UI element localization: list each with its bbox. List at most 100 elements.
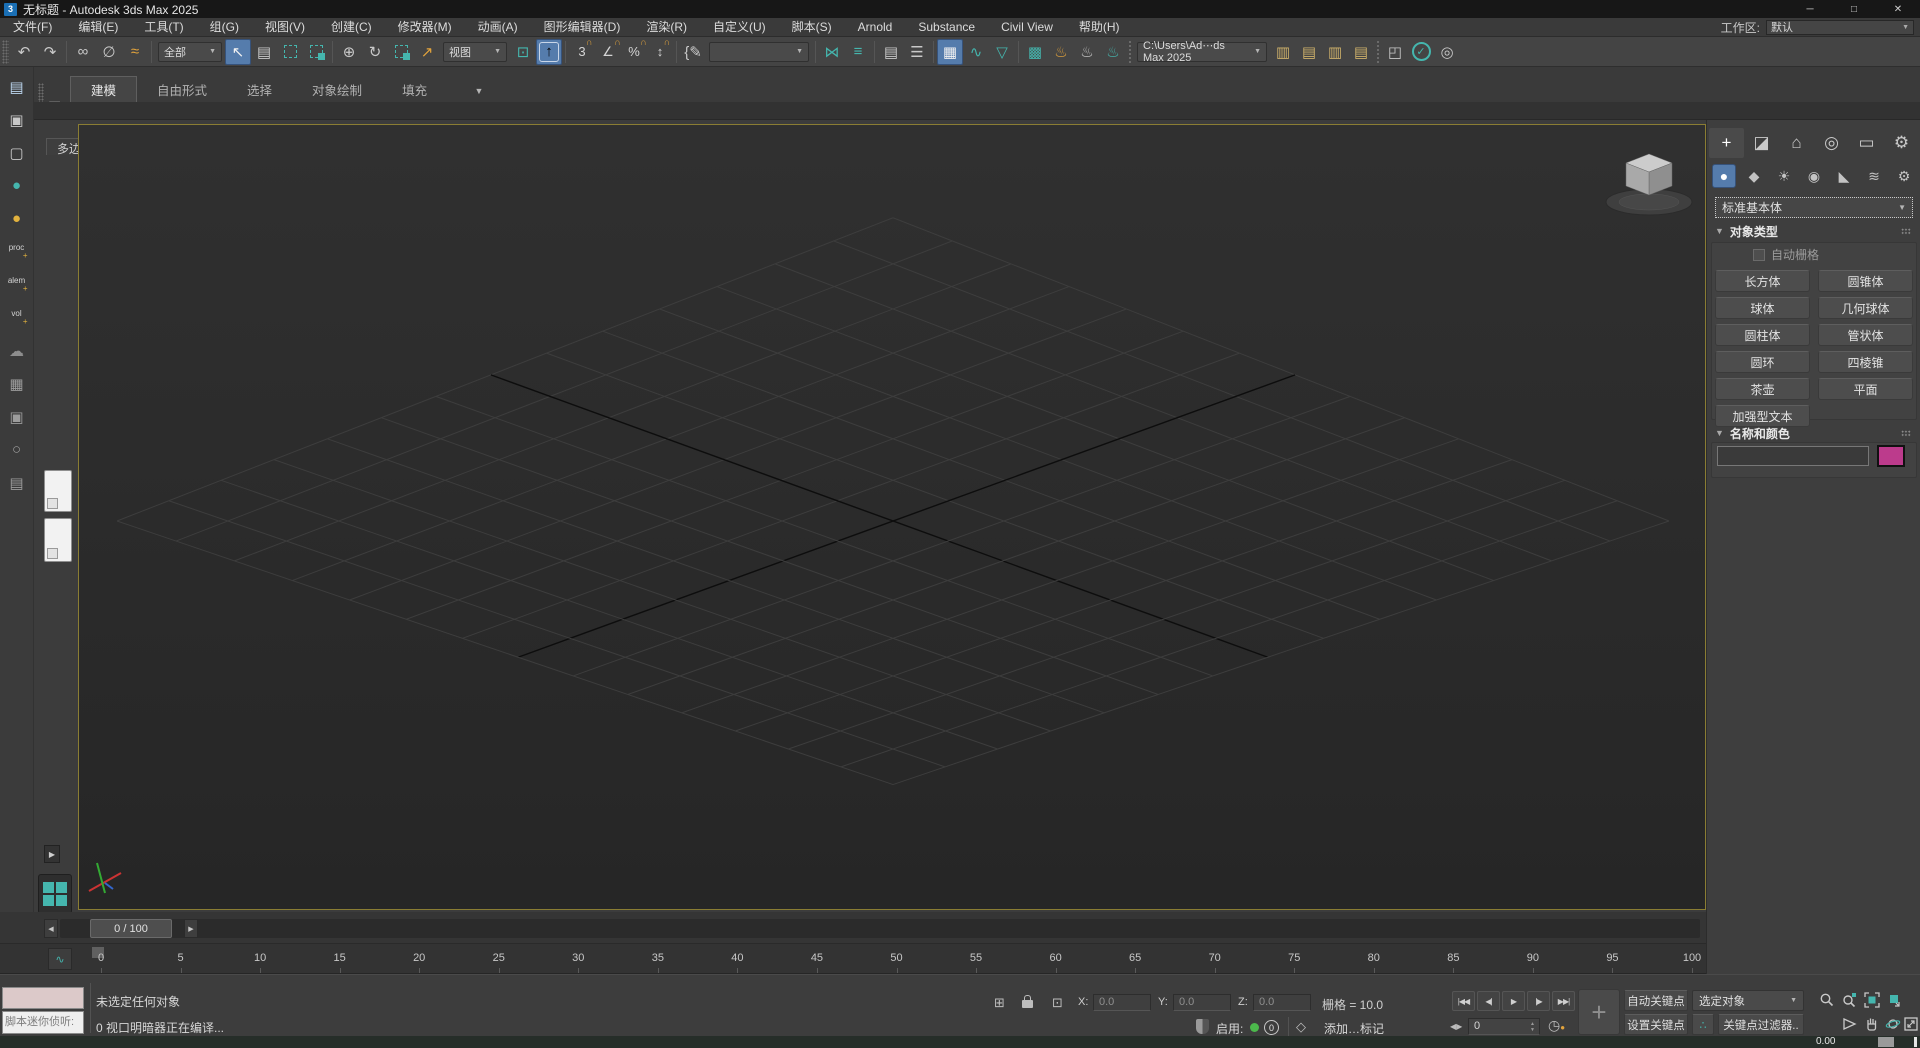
select-by-name-button[interactable]: ▤	[251, 39, 277, 65]
pan-button[interactable]	[1863, 1015, 1881, 1033]
menu-item-14[interactable]: Civil View	[988, 18, 1066, 37]
primitive-button-5[interactable]: 管状体	[1818, 324, 1913, 346]
dock-icon-cloud[interactable]: ☁	[2, 337, 32, 364]
dock-icon-pin[interactable]: ●	[2, 205, 32, 232]
security-blocked-count[interactable]: 0	[1264, 1020, 1279, 1035]
select-and-link-button[interactable]: ∞	[70, 39, 96, 65]
ribbon-tab-1[interactable]: 自由形式	[137, 77, 227, 102]
time-slider-track[interactable]	[60, 919, 1700, 938]
time-slider-handle[interactable]: 0 / 100	[90, 919, 172, 938]
tab-motion[interactable]: ◎	[1814, 128, 1849, 158]
category-helpers[interactable]: ◣	[1829, 161, 1859, 191]
category-shapes[interactable]: ◆	[1739, 161, 1769, 191]
set-keys-button[interactable]: +	[1578, 989, 1620, 1035]
spinner-snap-button[interactable]: ↕∩	[647, 39, 673, 65]
add-time-tag[interactable]: 添加…标记	[1324, 1020, 1384, 1037]
primitive-button-8[interactable]: 茶壶	[1715, 378, 1810, 400]
undo-button[interactable]: ↶	[11, 39, 37, 65]
previous-frame-button[interactable]: ◀|	[1477, 991, 1500, 1011]
crossing-selection-button[interactable]	[303, 39, 329, 65]
menu-item-5[interactable]: 创建(C)	[318, 18, 385, 37]
perspective-viewport[interactable]	[78, 124, 1706, 910]
track-bar[interactable]: ∿ 05101520253035404550556065707580859095…	[0, 944, 1706, 974]
menu-item-9[interactable]: 渲染(R)	[633, 18, 700, 37]
key-selection-dropdown[interactable]: 选定对象▼	[1692, 990, 1804, 1011]
use-pivot-center-button[interactable]: ⊡	[510, 39, 536, 65]
category-space-warps[interactable]: ≋	[1859, 161, 1889, 191]
dock-item-alem[interactable]: alem+	[2, 271, 32, 298]
curve-editor-button[interactable]: ∿	[963, 39, 989, 65]
render-setup-button[interactable]: ♨	[1048, 39, 1074, 65]
go-to-end-button[interactable]: ▶▶|	[1552, 991, 1575, 1011]
minimize-button[interactable]: ─	[1788, 0, 1832, 18]
y-coordinate-field[interactable]: 0.0	[1173, 994, 1231, 1011]
go-to-start-button[interactable]: |◀◀	[1452, 991, 1475, 1011]
select-and-move-button[interactable]: ⊕	[336, 39, 362, 65]
menu-item-1[interactable]: 编辑(E)	[65, 18, 131, 37]
key-tangents-icon[interactable]: ∴	[1692, 1014, 1714, 1035]
time-nudge-left-button[interactable]: ◀	[44, 919, 58, 938]
workspace-icon-3[interactable]: ▥	[1322, 39, 1348, 65]
save-file-button[interactable]: ◰	[1382, 39, 1408, 65]
z-coordinate-field[interactable]: 0.0	[1253, 994, 1311, 1011]
menu-item-11[interactable]: 脚本(S)	[779, 18, 845, 37]
dock-icon-panel-2[interactable]: ▢	[2, 139, 32, 166]
snap-toggle-3d-button[interactable]: 3∩	[569, 39, 595, 65]
menu-item-10[interactable]: 自定义(U)	[700, 18, 779, 37]
rendered-frame-button[interactable]: ♨	[1074, 39, 1100, 65]
set-key-button[interactable]: 设置关键点	[1624, 1014, 1688, 1035]
object-color-swatch[interactable]	[1877, 445, 1905, 467]
ribbon-tab-4[interactable]: 填充	[382, 77, 447, 102]
maximize-button[interactable]: □	[1832, 0, 1876, 18]
viewport-layout-tab-1[interactable]	[44, 470, 72, 512]
field-of-view-button[interactable]	[1841, 1015, 1859, 1033]
primitive-button-3[interactable]: 几何球体	[1818, 297, 1913, 319]
viewport-layout-grid-button[interactable]	[38, 874, 72, 914]
menu-item-7[interactable]: 动画(A)	[465, 18, 531, 37]
close-button[interactable]: ✕	[1876, 0, 1920, 18]
spinner-arrows-icon[interactable]: ▲▼	[1528, 1021, 1537, 1032]
menu-item-2[interactable]: 工具(T)	[131, 18, 196, 37]
toolbar-drag-handle[interactable]	[2, 40, 9, 64]
select-and-manipulate-button[interactable]: ↑	[536, 39, 562, 65]
align-button[interactable]: ≡	[845, 39, 871, 65]
menu-item-6[interactable]: 修改器(M)	[385, 18, 465, 37]
primitive-button-9[interactable]: 平面	[1818, 378, 1913, 400]
rollout-name-and-color[interactable]: ▼ 名称和颜色	[1711, 424, 1917, 442]
primitive-button-4[interactable]: 圆柱体	[1715, 324, 1810, 346]
tab-display[interactable]: ▭	[1849, 128, 1884, 158]
category-systems[interactable]: ⚙	[1889, 161, 1919, 191]
zoom-button[interactable]	[1818, 991, 1836, 1009]
unlink-selection-button[interactable]: ∅	[96, 39, 122, 65]
dock-icon-grid[interactable]: ▦	[2, 370, 32, 397]
layout-flyout-arrow[interactable]: ▶	[44, 845, 60, 863]
ribbon-tab-0[interactable]: 建模	[70, 76, 137, 102]
maxscript-mini-listener[interactable]: 脚本迷你侦听:	[2, 1011, 84, 1034]
selection-lock-icon[interactable]	[1022, 1000, 1033, 1008]
play-button[interactable]: ▶	[1502, 991, 1525, 1011]
bind-to-space-warp-button[interactable]: ≈	[122, 39, 148, 65]
frame-step-arrows[interactable]: ◀▶	[1450, 1022, 1462, 1031]
selection-filter-dropdown[interactable]: 全部▼	[158, 42, 222, 62]
menu-item-15[interactable]: 帮助(H)	[1066, 18, 1133, 37]
primitive-button-6[interactable]: 圆环	[1715, 351, 1810, 373]
dock-icon-window[interactable]: ▣	[2, 403, 32, 430]
next-frame-button[interactable]: |▶	[1527, 991, 1550, 1011]
dock-item-vol[interactable]: vol+	[2, 304, 32, 331]
menu-item-3[interactable]: 组(G)	[197, 18, 252, 37]
select-and-place-button[interactable]: ↗	[414, 39, 440, 65]
mini-curve-editor-button[interactable]: ∿	[48, 948, 72, 970]
menu-item-0[interactable]: 文件(F)	[0, 18, 65, 37]
primitive-button-7[interactable]: 四棱锥	[1818, 351, 1913, 373]
select-object-button[interactable]: ↖	[225, 39, 251, 65]
ribbon-tab-3[interactable]: 对象绘制	[292, 77, 382, 102]
current-frame-field[interactable]: 0 ▲▼	[1468, 1018, 1540, 1035]
viewport-layout-tab-2[interactable]	[44, 518, 72, 562]
menu-item-8[interactable]: 图形编辑器(D)	[531, 18, 634, 37]
tab-utilities[interactable]: ⚙	[1884, 128, 1919, 158]
tab-create[interactable]: +	[1709, 128, 1744, 158]
primitive-button-0[interactable]: 长方体	[1715, 270, 1810, 292]
dock-icon-ball[interactable]: ○	[2, 436, 32, 463]
workspace-icon-4[interactable]: ▤	[1348, 39, 1374, 65]
object-name-field[interactable]	[1717, 446, 1869, 466]
